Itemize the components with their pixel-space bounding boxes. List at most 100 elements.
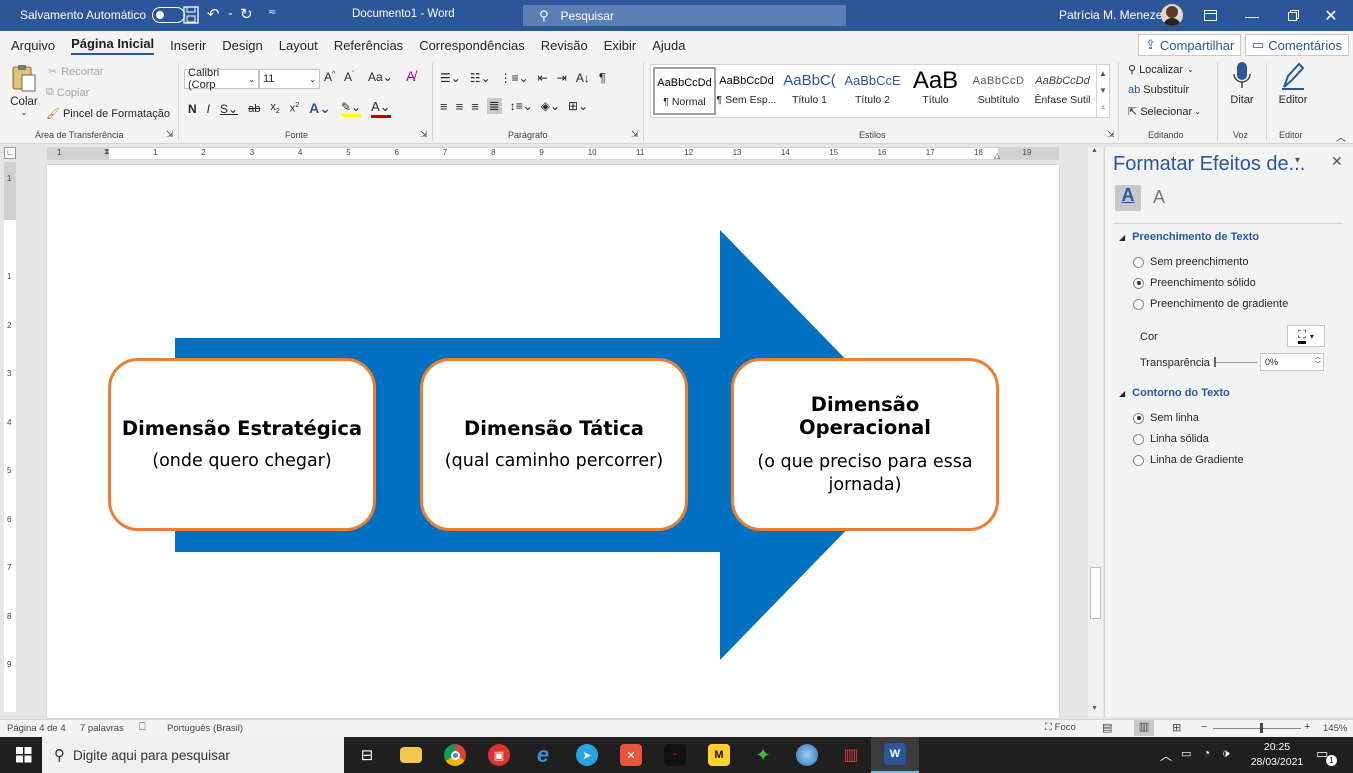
chevron-up-icon[interactable]: ▲: [1097, 65, 1109, 82]
zoom-in-icon[interactable]: +: [1304, 721, 1310, 733]
copy-button[interactable]: ⧉ Copiar: [46, 86, 89, 99]
radio[interactable]: [1133, 412, 1144, 424]
italic-icon[interactable]: I: [207, 102, 210, 116]
bullets-icon[interactable]: ☰⌄: [440, 71, 461, 85]
redo-icon[interactable]: ↻: [240, 5, 253, 23]
option-no-fill[interactable]: Sem preenchimento: [1133, 256, 1248, 268]
font-size-select[interactable]: 11 ⌄: [259, 69, 320, 89]
language[interactable]: Português (Brasil): [167, 723, 243, 734]
style-normal[interactable]: AaBbCcDd ¶ Normal: [653, 67, 716, 115]
scroll-down-icon[interactable]: ▼: [1091, 705, 1098, 712]
task-view-icon[interactable]: ⊟: [343, 737, 391, 773]
bold-icon[interactable]: N: [188, 102, 197, 116]
style-heading-1[interactable]: AaBbC( Título 1: [778, 67, 841, 115]
underline-icon[interactable]: S⌄: [220, 102, 238, 116]
transparency-input[interactable]: 0% ︿ ﹀: [1260, 353, 1324, 371]
font-launcher-icon[interactable]: ⇲: [420, 129, 428, 140]
dictate-button[interactable]: Ditar: [1226, 61, 1258, 106]
decrease-indent-icon[interactable]: ⇤: [538, 71, 548, 85]
text-effects-icon[interactable]: A⌄: [309, 100, 331, 117]
search-box[interactable]: ⚲ Pesquisar: [523, 5, 846, 26]
tab-correspondencias[interactable]: Correspondências: [411, 31, 533, 59]
replace-button[interactable]: ab Substituir: [1128, 84, 1189, 96]
change-case-icon[interactable]: Aa⌄: [368, 70, 393, 84]
text-fill-outline-tab[interactable]: A: [1115, 185, 1141, 211]
comments-button[interactable]: ▭ Comentários: [1245, 34, 1349, 56]
zoom-level[interactable]: 145%: [1323, 723, 1347, 734]
strategic-box[interactable]: Dimensão Estratégica (onde quero chegar): [108, 358, 376, 531]
read-mode-icon[interactable]: ▤: [1102, 721, 1112, 734]
tab-design[interactable]: Design: [214, 31, 270, 59]
option-no-line[interactable]: Sem linha: [1133, 412, 1199, 424]
align-center-icon[interactable]: ≡: [456, 99, 464, 114]
undo-dropdown-icon[interactable]: ⌄: [227, 8, 234, 17]
page-count[interactable]: Página 4 de 4: [7, 723, 66, 734]
windows-start-icon[interactable]: [0, 737, 48, 773]
x-app-icon[interactable]: ✕: [607, 737, 655, 773]
editor-button[interactable]: Editor: [1276, 61, 1310, 106]
tab-layout[interactable]: Layout: [271, 31, 326, 59]
tab-arquivo[interactable]: Arquivo: [3, 31, 63, 59]
undo-icon[interactable]: ↶: [207, 5, 220, 23]
pane-options-icon[interactable]: ▾: [1295, 155, 1300, 166]
clear-formatting-icon[interactable]: A̸: [406, 68, 415, 84]
focus-button[interactable]: ⛶ Foco: [1045, 722, 1076, 733]
right-indent-icon[interactable]: △: [994, 151, 1000, 160]
chrome-icon[interactable]: [431, 737, 479, 773]
tab-referencias[interactable]: Referências: [326, 31, 411, 59]
shading-icon[interactable]: ◈⌄: [541, 99, 560, 113]
ribbon-display-icon[interactable]: [1187, 0, 1233, 31]
edge-icon[interactable]: e: [519, 737, 567, 773]
telegram-icon[interactable]: ➤: [563, 737, 611, 773]
styles-scroll[interactable]: ▲ ▼ ⩡: [1096, 65, 1109, 117]
line-spacing-icon[interactable]: ↕≡⌄: [510, 99, 533, 113]
grow-font-icon[interactable]: A^: [324, 70, 335, 84]
borders-icon[interactable]: ⊞⌄: [568, 99, 588, 113]
radio[interactable]: [1133, 256, 1144, 268]
wifi-icon[interactable]: ◔: [1203, 746, 1210, 760]
chevron-down-icon[interactable]: ▼: [1097, 82, 1109, 99]
slider-thumb[interactable]: [1214, 357, 1216, 367]
document-page[interactable]: Dimensão Estratégica (onde quero chegar)…: [47, 165, 1059, 718]
miro-icon[interactable]: M: [695, 737, 743, 773]
style-subtitle[interactable]: AaBbCcD Subtítulo: [967, 67, 1030, 115]
option-solid-fill[interactable]: Preenchimento sólido: [1133, 277, 1256, 289]
multilevel-list-icon[interactable]: ⋮≡⌄: [500, 71, 529, 85]
share-button[interactable]: ⇪ Compartilhar: [1138, 34, 1242, 56]
taskbar-search[interactable]: ⚲ Digite aqui para pesquisar: [42, 737, 344, 773]
font-name-select[interactable]: Calibri (Corp ⌄: [184, 67, 259, 91]
popcorn-icon[interactable]: ▥: [827, 737, 875, 773]
tab-exibir[interactable]: Exibir: [596, 31, 645, 59]
volume-icon[interactable]: 🕩: [1222, 746, 1230, 761]
scroll-thumb[interactable]: [1090, 567, 1101, 619]
zoom-slider[interactable]: [1213, 728, 1301, 729]
save-icon[interactable]: [183, 6, 199, 27]
option-gradient-line[interactable]: Linha de Gradiente: [1133, 454, 1244, 466]
battery-icon[interactable]: ▭: [1181, 747, 1191, 760]
tab-selector-icon[interactable]: ∟: [4, 147, 16, 159]
zoom-out-icon[interactable]: −: [1201, 721, 1207, 733]
find-button[interactable]: ⚲ Localizar ⌄: [1128, 63, 1194, 77]
tab-ajuda[interactable]: Ajuda: [644, 31, 693, 59]
paste-button[interactable]: Colar ⌄: [10, 63, 38, 117]
transparency-slider[interactable]: [1215, 362, 1257, 363]
highlight-icon[interactable]: ✎⌄: [340, 100, 362, 117]
spinner-icon[interactable]: ︿ ﹀: [1315, 355, 1321, 369]
color-picker[interactable]: ⛶ ▾: [1287, 325, 1325, 347]
styles-launcher-icon[interactable]: ⇲: [1107, 129, 1115, 140]
more-icon[interactable]: ⩡: [1097, 99, 1109, 116]
style-subtle-emphasis[interactable]: AaBbCcDd Ênfase Sutil: [1031, 67, 1094, 115]
radio[interactable]: [1133, 454, 1144, 466]
tactical-box[interactable]: Dimensão Tática (qual caminho percorrer): [420, 358, 688, 531]
style-heading-2[interactable]: AaBbCcE Título 2: [841, 67, 904, 115]
avatar[interactable]: [1161, 4, 1183, 26]
word-taskbar-icon[interactable]: W: [871, 737, 919, 773]
select-button[interactable]: ⇱ Selecionar ⌄: [1128, 105, 1201, 119]
word-count[interactable]: 7 palavras: [80, 723, 124, 734]
strikethrough-icon[interactable]: ab: [248, 103, 260, 115]
close-icon[interactable]: ✕: [1308, 0, 1353, 31]
vertical-ruler[interactable]: 1 1 2 3 4 5 6 7 8 9: [4, 162, 16, 712]
proofing-icon[interactable]: ⎕: [139, 721, 146, 734]
print-layout-icon[interactable]: ▥: [1134, 720, 1154, 736]
tab-inserir[interactable]: Inserir: [162, 31, 214, 59]
